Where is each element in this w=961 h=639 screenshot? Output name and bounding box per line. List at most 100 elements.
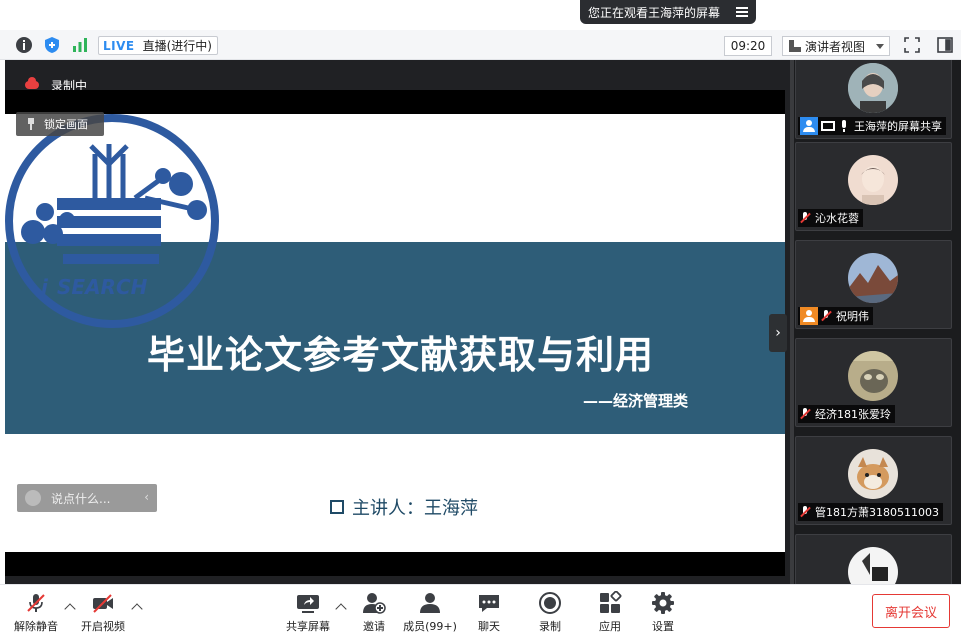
meeting-clock: 09:20: [724, 36, 772, 56]
host-icon: [800, 117, 818, 135]
participant-name: 经济181张爱玲: [815, 408, 891, 421]
menu-icon[interactable]: [736, 5, 748, 17]
lock-view-button[interactable]: 锁定画面: [16, 112, 104, 136]
participant-nameplate: 王海萍的屏幕共享: [798, 117, 946, 135]
share-screen-button[interactable]: 共享屏幕: [278, 591, 338, 635]
speaker-text: 主讲人：王海萍: [352, 498, 478, 519]
participant-name: 王海萍的屏幕共享: [854, 120, 942, 133]
quick-chat-input[interactable]: 说点什么... ‹: [17, 484, 157, 512]
chevron-down-icon: [876, 44, 884, 49]
participant-nameplate: 祝明伟: [798, 307, 873, 325]
meeting-toolbar: 解除静音 开启视频 共享屏幕 邀请 成员(99+) 聊天 录制 应用 设置 离开…: [0, 584, 961, 639]
leave-meeting-button[interactable]: 离开会议: [872, 594, 950, 628]
record-button[interactable]: 录制: [520, 591, 580, 635]
microphone-muted-icon: [821, 310, 831, 322]
participant-nameplate: 经济181张爱玲: [798, 405, 895, 423]
chevron-up-icon[interactable]: [131, 603, 143, 615]
view-mode-dropdown[interactable]: 演讲者视图: [782, 36, 890, 56]
logo-search-text: SEARCH: [57, 275, 148, 299]
participant-tile[interactable]: 沁水花蓉: [795, 142, 952, 231]
chat-icon: [477, 591, 501, 615]
avatar: [848, 63, 898, 113]
view-mode-label: 演讲者视图: [805, 39, 866, 54]
gear-icon: [651, 591, 675, 615]
sidebar-scrollbar[interactable]: [790, 60, 794, 584]
participant-video-list: 王海萍的屏幕共享 沁水花蓉 祝明伟 经济181张爱玲 管181方萧3180511…: [790, 60, 961, 584]
microphone-icon: [839, 120, 849, 132]
start-video-button[interactable]: 开启视频: [73, 591, 133, 635]
invite-label: 邀请: [363, 620, 385, 633]
live-status-text: 直播(进行中): [142, 39, 212, 53]
info-icon[interactable]: [14, 35, 34, 55]
microphone-muted-icon: [800, 212, 810, 224]
avatar: [848, 449, 898, 499]
unmute-button[interactable]: 解除静音: [6, 591, 66, 635]
slide-title: 毕业论文参考文献获取与利用: [147, 333, 655, 377]
cloud-record-icon: [25, 77, 39, 89]
apps-button[interactable]: 应用: [580, 590, 640, 635]
shield-icon[interactable]: [42, 35, 62, 55]
participant-name: 管181方萧3180511003: [815, 506, 939, 519]
share-screen-icon: [296, 591, 320, 615]
apps-label: 应用: [599, 620, 621, 633]
screen-share-banner[interactable]: 您正在观看王海萍的屏幕: [580, 0, 756, 24]
avatar: [848, 155, 898, 205]
collapse-sidebar-handle[interactable]: ›: [769, 314, 787, 352]
participant-nameplate: 管181方萧3180511003: [798, 503, 943, 521]
members-label: 成员(99+): [403, 620, 457, 633]
layout-icon: [789, 40, 801, 52]
participant-name: 沁水花蓉: [815, 212, 859, 225]
members-icon: [418, 591, 442, 615]
add-user-icon: [362, 591, 386, 615]
start-video-label: 开启视频: [81, 620, 125, 633]
logo-i: i: [41, 275, 49, 299]
avatar: [848, 351, 898, 401]
share-banner-text: 您正在观看王海萍的屏幕: [588, 5, 721, 20]
cohost-icon: [800, 307, 818, 325]
participant-tile[interactable]: 祝明伟: [795, 240, 952, 329]
letterbox-top: [5, 90, 785, 114]
avatar: [848, 547, 898, 584]
slide-subtitle: ——经济管理类: [583, 392, 689, 410]
record-icon: [538, 591, 562, 615]
live-label: LIVE: [103, 38, 135, 53]
chat-label: 聊天: [478, 620, 500, 633]
live-status-badge[interactable]: LIVE 直播(进行中): [98, 36, 218, 55]
participant-nameplate: 沁水花蓉: [798, 209, 863, 227]
avatar: [848, 253, 898, 303]
microphone-muted-icon: [24, 591, 48, 615]
fullscreen-icon[interactable]: [902, 35, 922, 55]
sidebar-toggle-icon[interactable]: [935, 35, 955, 55]
camera-off-icon: [91, 591, 115, 615]
settings-label: 设置: [652, 620, 674, 633]
signal-icon[interactable]: [70, 35, 90, 55]
bullet-square-icon: [330, 500, 344, 514]
participant-tile[interactable]: 经济181张爱玲: [795, 338, 952, 427]
invite-button[interactable]: 邀请: [344, 591, 404, 635]
shared-screen-stage: 录制中 i SEARCH 毕业论文参考文献获取与利用 ——经济管理类 主讲人：王…: [5, 60, 790, 584]
letterbox-bottom: [5, 552, 785, 576]
chevron-left-icon[interactable]: ‹: [144, 490, 149, 504]
settings-button[interactable]: 设置: [633, 591, 693, 635]
participant-name: 祝明伟: [836, 310, 869, 323]
share-screen-label: 共享屏幕: [286, 620, 330, 633]
participant-tile[interactable]: 王海萍的屏幕共享: [795, 60, 952, 139]
members-button[interactable]: 成员(99+): [400, 591, 460, 635]
lock-view-label: 锁定画面: [44, 118, 88, 131]
top-bar: LIVE 直播(进行中) 09:20 演讲者视图: [0, 30, 961, 60]
slide-speaker: 主讲人：王海萍: [330, 494, 478, 520]
chat-button[interactable]: 聊天: [459, 591, 519, 635]
unmute-label: 解除静音: [14, 620, 58, 633]
screen-share-icon: [821, 121, 835, 131]
apps-icon: [598, 590, 622, 615]
microphone-muted-icon: [800, 506, 810, 518]
record-label: 录制: [539, 620, 561, 633]
meeting-window: 您正在观看王海萍的屏幕 LIVE 直播(进行中) 09:20 演讲者视图 录制中…: [0, 0, 961, 639]
isearch-logo: i SEARCH: [5, 114, 219, 328]
participant-tile[interactable]: [795, 534, 952, 584]
participant-tile[interactable]: 管181方萧3180511003: [795, 436, 952, 525]
emoji-icon[interactable]: [25, 490, 41, 506]
microphone-muted-icon: [800, 408, 810, 420]
pin-icon: [26, 118, 36, 130]
chat-placeholder: 说点什么...: [51, 491, 111, 506]
